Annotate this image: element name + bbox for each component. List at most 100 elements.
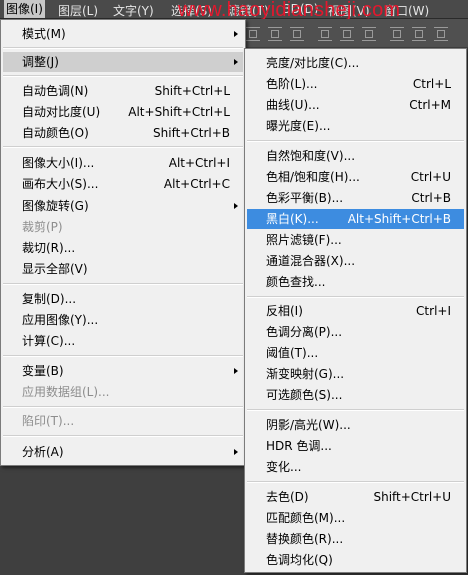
submenu-item-color-balance[interactable]: 色彩平衡(B)... Ctrl+B bbox=[247, 188, 464, 208]
menu-item-adjustments[interactable]: 调整(J) bbox=[3, 52, 243, 72]
menu-item-auto-color[interactable]: 自动颜色(O) Shift+Ctrl+B bbox=[3, 123, 243, 143]
menu-item-label: 自动对比度(U) bbox=[22, 105, 101, 119]
menu-item-shortcut: Ctrl+U bbox=[410, 170, 451, 184]
menu-item-image-size[interactable]: 图像大小(I)... Alt+Ctrl+I bbox=[3, 153, 243, 173]
menu-item-label: 匹配颜色(M)... bbox=[266, 511, 346, 525]
menu-item-label: 黑白(K)... bbox=[266, 212, 319, 226]
menu-separator bbox=[3, 75, 243, 77]
menu-item-shortcut: Shift+Ctrl+L bbox=[154, 84, 230, 98]
menu-item-variables[interactable]: 变量(B) bbox=[3, 361, 243, 381]
submenu-item-curves[interactable]: 曲线(U)... Ctrl+M bbox=[247, 95, 464, 115]
menu-item-label: 自动色调(N) bbox=[22, 84, 89, 98]
menu-separator bbox=[247, 140, 464, 142]
menu-separator bbox=[3, 355, 243, 357]
menu-item-label: 陷印(T)... bbox=[22, 414, 75, 428]
submenu-item-hue-saturation[interactable]: 色相/饱和度(H)... Ctrl+U bbox=[247, 167, 464, 187]
menu-item-label: 色调分离(P)... bbox=[266, 325, 343, 339]
submenu-item-brightness-contrast[interactable]: 亮度/对比度(C)... bbox=[247, 53, 464, 73]
submenu-item-variations[interactable]: 变化... bbox=[247, 457, 464, 477]
menu-item-label: 应用数据组(L)... bbox=[22, 385, 110, 399]
menu-item-shortcut: Alt+Shift+Ctrl+B bbox=[347, 212, 451, 226]
align-horizontal-center-icon[interactable] bbox=[340, 27, 354, 41]
submenu-item-photo-filter[interactable]: 照片滤镜(F)... bbox=[247, 230, 464, 250]
menu-item-label: 反相(I) bbox=[266, 304, 303, 318]
menu-item-label: 应用图像(Y)... bbox=[22, 313, 99, 327]
submenu-item-equalize[interactable]: 色调均化(Q) bbox=[247, 550, 464, 570]
align-vertical-center-icon[interactable] bbox=[268, 27, 282, 41]
submenu-item-levels[interactable]: 色阶(L)... Ctrl+L bbox=[247, 74, 464, 94]
submenu-item-channel-mixer[interactable]: 通道混合器(X)... bbox=[247, 251, 464, 271]
menu-item-label: 通道混合器(X)... bbox=[266, 254, 356, 268]
menu-item-shortcut: Ctrl+B bbox=[411, 191, 451, 205]
menu-item-shortcut: Ctrl+I bbox=[416, 304, 451, 318]
submenu-item-threshold[interactable]: 阈值(T)... bbox=[247, 343, 464, 363]
distribute-bottom-icon[interactable] bbox=[434, 27, 448, 41]
submenu-item-hdr-toning[interactable]: HDR 色调... bbox=[247, 436, 464, 456]
menu-item-auto-tone[interactable]: 自动色调(N) Shift+Ctrl+L bbox=[3, 81, 243, 101]
menu-item-label: 色阶(L)... bbox=[266, 77, 318, 91]
submenu-item-desaturate[interactable]: 去色(D) Shift+Ctrl+U bbox=[247, 487, 464, 507]
menubar-image[interactable]: 图像(I) bbox=[4, 0, 45, 18]
menu-item-shortcut: Ctrl+M bbox=[409, 98, 451, 112]
menu-item-label: 渐变映射(G)... bbox=[266, 367, 345, 381]
options-bar bbox=[240, 19, 468, 47]
distribute-top-icon[interactable] bbox=[390, 27, 404, 41]
submenu-item-gradient-map[interactable]: 渐变映射(G)... bbox=[247, 364, 464, 384]
menu-item-shortcut: Shift+Ctrl+U bbox=[373, 490, 451, 504]
submenu-arrow-icon bbox=[234, 203, 238, 209]
menu-item-calculations[interactable]: 计算(C)... bbox=[3, 331, 243, 351]
submenu-item-selective-color[interactable]: 可选颜色(S)... bbox=[247, 385, 464, 405]
menu-item-label: 亮度/对比度(C)... bbox=[266, 56, 360, 70]
menu-item-reveal-all[interactable]: 显示全部(V) bbox=[3, 259, 243, 279]
menu-item-trim[interactable]: 裁切(R)... bbox=[3, 238, 243, 258]
menu-item-shortcut: Alt+Shift+Ctrl+L bbox=[128, 105, 230, 119]
menu-item-label: 模式(M) bbox=[22, 27, 66, 41]
submenu-item-replace-color[interactable]: 替换颜色(R)... bbox=[247, 529, 464, 549]
menubar-type[interactable]: 文字(Y) bbox=[113, 2, 154, 19]
menu-item-canvas-size[interactable]: 画布大小(S)... Alt+Ctrl+C bbox=[3, 174, 243, 194]
menu-item-label: 变化... bbox=[266, 460, 302, 474]
menu-item-label: 色相/饱和度(H)... bbox=[266, 170, 360, 184]
menu-separator bbox=[3, 47, 243, 49]
menu-separator bbox=[3, 435, 243, 437]
menu-item-label: 颜色查找... bbox=[266, 275, 326, 289]
menu-separator bbox=[3, 283, 243, 285]
menu-item-mode[interactable]: 模式(M) bbox=[3, 24, 243, 44]
align-left-icon[interactable] bbox=[318, 27, 332, 41]
menu-item-label: 照片滤镜(F)... bbox=[266, 233, 342, 247]
submenu-item-exposure[interactable]: 曝光度(E)... bbox=[247, 116, 464, 136]
submenu-item-vibrance[interactable]: 自然饱和度(V)... bbox=[247, 146, 464, 166]
menu-item-label: 复制(D)... bbox=[22, 292, 77, 306]
menu-item-image-rotation[interactable]: 图像旋转(G) bbox=[3, 196, 243, 216]
menu-item-apply-data-set: 应用数据组(L)... bbox=[3, 382, 243, 402]
submenu-item-posterize[interactable]: 色调分离(P)... bbox=[247, 322, 464, 342]
align-top-icon[interactable] bbox=[246, 27, 260, 41]
menu-item-duplicate[interactable]: 复制(D)... bbox=[3, 289, 243, 309]
menu-item-label: 裁切(R)... bbox=[22, 241, 76, 255]
menu-separator bbox=[247, 409, 464, 411]
submenu-item-color-lookup[interactable]: 颜色查找... bbox=[247, 272, 464, 292]
menu-item-auto-contrast[interactable]: 自动对比度(U) Alt+Shift+Ctrl+L bbox=[3, 102, 243, 122]
menu-item-label: 图像旋转(G) bbox=[22, 199, 89, 213]
menu-item-label: 分析(A) bbox=[22, 445, 64, 459]
menu-item-analysis[interactable]: 分析(A) bbox=[3, 442, 243, 462]
submenu-item-shadows-highlights[interactable]: 阴影/高光(W)... bbox=[247, 415, 464, 435]
align-right-icon[interactable] bbox=[362, 27, 376, 41]
align-bottom-icon[interactable] bbox=[290, 27, 304, 41]
image-menu: 模式(M) 调整(J) 自动色调(N) Shift+Ctrl+L 自动对比度(U… bbox=[0, 19, 246, 466]
menu-item-label: 阈值(T)... bbox=[266, 346, 319, 360]
submenu-arrow-icon bbox=[234, 59, 238, 65]
menu-item-label: 裁剪(P) bbox=[22, 220, 63, 234]
menu-separator bbox=[3, 406, 243, 408]
menu-item-label: 显示全部(V) bbox=[22, 262, 88, 276]
submenu-arrow-icon bbox=[234, 368, 238, 374]
submenu-item-invert[interactable]: 反相(I) Ctrl+I bbox=[247, 301, 464, 321]
distribute-center-icon[interactable] bbox=[412, 27, 426, 41]
submenu-item-match-color[interactable]: 匹配颜色(M)... bbox=[247, 508, 464, 528]
submenu-item-black-white[interactable]: 黑白(K)... Alt+Shift+Ctrl+B bbox=[247, 209, 464, 229]
menu-item-label: 调整(J) bbox=[22, 55, 59, 69]
menubar-layer[interactable]: 图层(L) bbox=[58, 2, 98, 19]
menu-bar: 图像(I) 图层(L) 文字(Y) 选择(S) 滤镜(T) 3D(D) 视图(V… bbox=[0, 0, 468, 21]
submenu-arrow-icon bbox=[234, 31, 238, 37]
menu-item-apply-image[interactable]: 应用图像(Y)... bbox=[3, 310, 243, 330]
